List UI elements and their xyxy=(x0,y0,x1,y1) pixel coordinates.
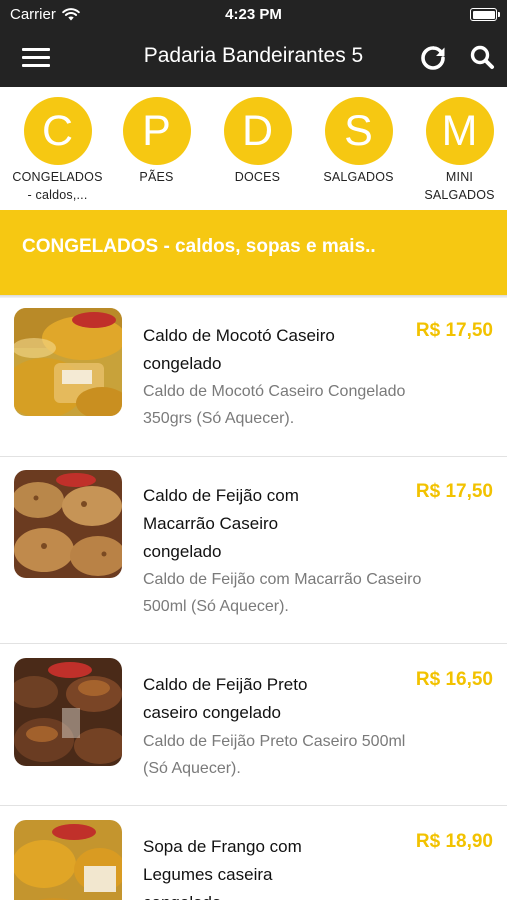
product-price: R$ 16,50 xyxy=(415,669,493,690)
product-name-line: congelado xyxy=(143,542,222,561)
product-image xyxy=(14,470,122,578)
category-circle: C xyxy=(23,97,92,165)
product-name-line: caseiro congelado xyxy=(143,703,281,722)
category-strip: C CONGELADOS - caldos,... P PÃES D DOCES… xyxy=(0,87,507,210)
status-bar: Carrier 4:23 PM xyxy=(0,0,507,30)
product-name: Caldo de Feijão com Macarrão Caseiro con… xyxy=(143,482,393,566)
product-name: Caldo de Mocotó Caseiro congelado xyxy=(143,322,393,378)
product-description: Caldo de Feijão Preto Caseiro 500ml (Só … xyxy=(143,728,498,782)
product-name-line: congelado xyxy=(143,354,222,373)
category-label: SALGADOS xyxy=(308,168,409,186)
product-description: Caldo de Feijão com Macarrão Caseiro 500… xyxy=(143,566,498,620)
product-description-line: Caldo de Mocotó Caseiro Congelado xyxy=(143,383,406,400)
product-item[interactable]: Caldo de Feijão com Macarrão Caseiro con… xyxy=(0,457,507,644)
category-label: PÃES xyxy=(106,168,207,186)
category-salgados[interactable]: S SALGADOS xyxy=(308,97,409,186)
product-name: Caldo de Feijão Preto caseiro congelado xyxy=(143,671,393,727)
product-description: Caldo de Mocotó Caseiro Congelado 350grs… xyxy=(143,378,498,432)
section-title: CONGELADOS - caldos, sopas e mais.. xyxy=(22,236,376,257)
product-name-line: Caldo de Mocotó Caseiro xyxy=(143,326,335,345)
category-circle: M xyxy=(425,97,494,165)
category-label: CONGELADOS - caldos,... xyxy=(7,168,108,204)
search-icon[interactable] xyxy=(467,42,499,74)
category-doces[interactable]: D DOCES xyxy=(207,97,308,186)
battery-icon xyxy=(470,8,500,21)
category-label-line: - caldos,... xyxy=(27,188,88,202)
product-price: R$ 18,90 xyxy=(415,831,493,852)
category-label-line: PÃES xyxy=(139,170,174,184)
category-paes[interactable]: P PÃES xyxy=(106,97,207,186)
product-name-line: Caldo de Feijão com xyxy=(143,486,299,505)
product-image xyxy=(14,308,122,416)
category-congelados[interactable]: C CONGELADOS - caldos,... xyxy=(7,97,108,204)
battery-fill xyxy=(472,10,495,19)
product-description-line: 350grs (Só Aquecer). xyxy=(143,410,295,427)
product-name-line: Sopa de Frango com xyxy=(143,837,302,856)
category-label-line: SALGADOS xyxy=(323,170,394,184)
refresh-icon[interactable] xyxy=(417,42,449,74)
section-header: CONGELADOS - caldos, sopas e mais.. xyxy=(0,210,507,295)
category-mini-salgados[interactable]: M MINI SALGADOS xyxy=(409,97,507,204)
product-image xyxy=(14,820,122,900)
product-description-line: Caldo de Feijão com Macarrão Caseiro xyxy=(143,571,422,588)
product-description-line: Caldo de Feijão Preto Caseiro 500ml xyxy=(143,733,406,750)
product-item[interactable]: Sopa de Frango com Legumes caseira conge… xyxy=(0,806,507,900)
product-item[interactable]: Caldo de Mocotó Caseiro congelado R$ 17,… xyxy=(0,298,507,457)
product-name-line: Caldo de Feijão Preto xyxy=(143,675,308,694)
category-label-line: SALGADOS xyxy=(424,188,495,202)
category-label: MINI SALGADOS xyxy=(409,168,507,204)
product-name-line: congelada xyxy=(143,889,393,900)
status-time: 4:23 PM xyxy=(225,6,282,23)
product-name-line: Macarrão Caseiro xyxy=(143,514,279,533)
product-price: R$ 17,50 xyxy=(415,320,493,341)
product-name: Sopa de Frango com Legumes caseira conge… xyxy=(143,833,393,900)
product-description-line: (Só Aquecer). xyxy=(143,760,241,777)
top-bar: Carrier 4:23 PM Padaria Bandeirantes 5 xyxy=(0,0,507,87)
product-price: R$ 17,50 xyxy=(415,481,493,502)
product-item[interactable]: Caldo de Feijão Preto caseiro congelado … xyxy=(0,644,507,806)
product-image xyxy=(14,658,122,766)
category-label-line: MINI xyxy=(445,170,474,184)
product-description-line: 500ml (Só Aquecer). xyxy=(143,598,289,615)
category-circle: P xyxy=(122,97,191,165)
navigation-bar: Padaria Bandeirantes 5 xyxy=(0,30,507,87)
product-name-line: Legumes caseira xyxy=(143,865,273,884)
category-circle: S xyxy=(324,97,393,165)
category-label-line: DOCES xyxy=(234,170,281,184)
category-circle: D xyxy=(223,97,292,165)
category-label: DOCES xyxy=(207,168,308,186)
category-label-line: CONGELADOS xyxy=(12,170,103,184)
